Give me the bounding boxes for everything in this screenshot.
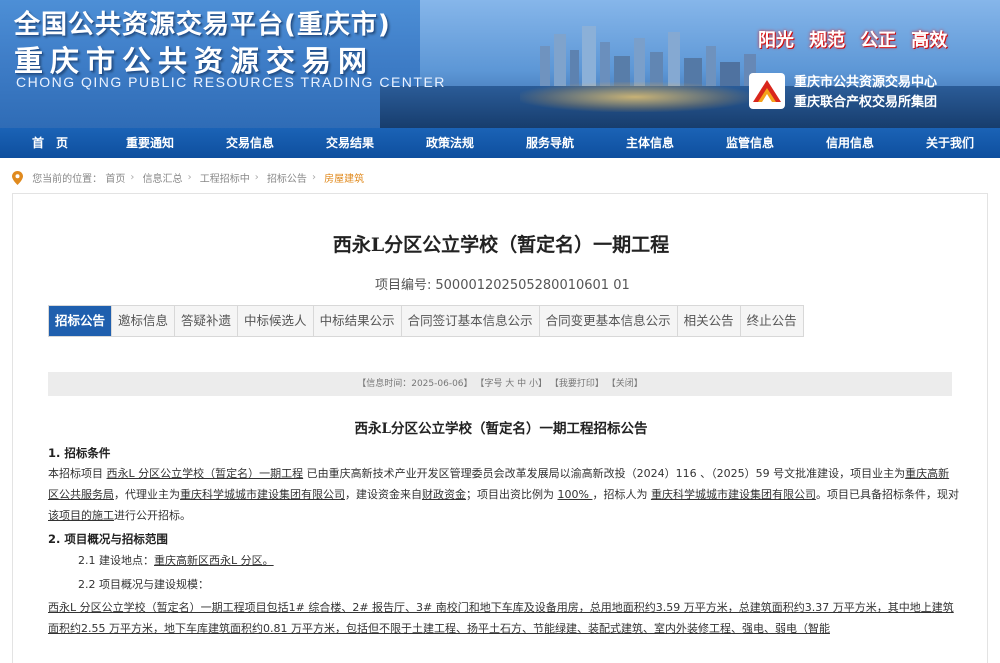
breadcrumb-link-announcement[interactable]: 招标公告 [267,174,307,185]
breadcrumb-separator: › [254,172,259,183]
slogan: 规范 [809,30,846,51]
breadcrumb-link-home[interactable]: 首页 [105,174,125,185]
main-nav: 首 页 重要通知 交易信息 交易结果 政策法规 服务导航 主体信息 监管信息 信… [0,128,1000,158]
tab-qa-addenda[interactable]: 答疑补遗 [175,306,239,336]
section-2-1: 2.1 建设地点：重庆高新区西永L 分区。 [48,549,960,573]
tab-termination-notice[interactable]: 终止公告 [740,306,803,336]
tenderer-field: 重庆科学城城市建设集团有限公司 [650,488,816,501]
nav-item-trade-info[interactable]: 交易信息 [200,128,300,158]
text-segment: 已由重庆高新技术产业开发区管理委员会改革发展局以渝高新改投（2024）116 、… [303,467,906,480]
breadcrumb-separator: › [130,172,135,183]
project-code-label: 项目编号: [375,278,432,293]
section-1-paragraph: 本招标项目 西永L 分区公立学校（暂定名）一期工程 已由重庆高新技术产业开发区管… [48,463,960,526]
announcement-tabs: 招标公告 邀标信息 答疑补遗 中标候选人 中标结果公示 合同签订基本信息公示 合… [48,305,804,337]
site-title-line1: 全国公共资源交易平台(重庆市) [14,10,391,40]
agent-field: 重庆科学城城市建设集团有限公司 [180,488,345,501]
nav-item-policies[interactable]: 政策法规 [400,128,500,158]
org-name-1: 重庆市公共资源交易中心 [794,75,938,90]
tab-bid-candidates[interactable]: 中标候选人 [238,306,314,336]
project-code-value: 500001202505280010601 01 [435,278,630,293]
close-link[interactable]: 【关闭】 [607,379,643,389]
text-segment: 进行公开招标。 [114,509,191,522]
breadcrumb: 您当前的位置： 首页 › 信息汇总 › 工程招标中 › 招标公告 › 房屋建筑 [12,170,364,188]
tab-contract-signing[interactable]: 合同签订基本信息公示 [401,306,540,336]
nav-item-services[interactable]: 服务导航 [500,128,600,158]
site-banner: 全国公共资源交易平台(重庆市) 重庆市公共资源交易网 CHONG QING PU… [0,0,1000,128]
slogan: 高效 [911,30,948,51]
print-link[interactable]: 【我要打印】 [550,379,604,389]
text-segment: 本招标项目 [48,467,107,480]
breadcrumb-link-engineering[interactable]: 工程招标中 [200,174,250,185]
nav-item-notices[interactable]: 重要通知 [100,128,200,158]
site-title-english: CHONG QING PUBLIC RESOURCES TRADING CENT… [16,74,446,90]
breadcrumb-current[interactable]: 房屋建筑 [324,174,364,185]
boat-lights-image [520,82,750,112]
tab-tender-announcement[interactable]: 招标公告 [49,306,113,336]
nav-item-supervision[interactable]: 监管信息 [700,128,800,158]
slogan: 公正 [860,30,897,51]
org-name-2: 重庆联合产权交易所集团 [794,95,938,110]
nav-item-credit[interactable]: 信用信息 [800,128,900,158]
tab-related-notices[interactable]: 相关公告 [677,306,741,336]
nav-item-trade-results[interactable]: 交易结果 [300,128,400,158]
tab-invitation-info[interactable]: 邀标信息 [112,306,176,336]
font-size-control[interactable]: 【字号 大 中 小】 [475,379,547,389]
project-name-field: 西永L 分区公立学校（暂定名）一期工程 [106,467,304,480]
project-code: 项目编号: 500001202505280010601 01 [375,274,630,293]
content-panel: 西永L分区公立学校（暂定名）一期工程 项目编号: 5000012025052800… [12,193,988,663]
text-segment: ，招标人为 [592,488,651,501]
section-heading: 2. 项目概况与招标范围 [48,532,168,546]
item-label: 2.1 建设地点： [78,554,154,567]
breadcrumb-separator: › [187,172,192,183]
nav-item-home[interactable]: 首 页 [0,128,100,158]
item-label: 2.2 项目概况与建设规模： [78,578,209,591]
info-bar: 【信息时间：2025-06-06】 【字号 大 中 小】 【我要打印】 【关闭】 [48,372,952,396]
text-segment: ，建设资金来自 [345,488,422,501]
org-logo-icon [749,73,785,109]
location-field: 重庆高新区西永L 分区。 [154,554,274,567]
slogans: 阳光 规范 公正 高效 [758,26,957,52]
breadcrumb-link-summary[interactable]: 信息汇总 [143,174,183,185]
text-segment: ；项目出资比例为 [466,488,558,501]
announcement-title: 西永L分区公立学校（暂定名）一期工程招标公告 [354,421,648,437]
tab-contract-change[interactable]: 合同变更基本信息公示 [539,306,678,336]
slogan: 阳光 [758,30,794,51]
nav-item-entities[interactable]: 主体信息 [600,128,700,158]
text-segment: 。项目已具备招标条件，现对 [815,488,959,501]
funding-ratio-field: 100% [557,488,593,501]
text-segment: ，代理业主为 [114,488,180,501]
location-pin-icon [12,170,23,185]
breadcrumb-separator: › [311,172,316,183]
scale-description: 西永L 分区公立学校（暂定名）一期工程项目包括1# 综合楼、2# 报告厅、3# … [48,601,954,635]
scope-field: 该项目的施工 [48,509,114,522]
info-time: 【信息时间：2025-06-06】 [357,379,473,389]
breadcrumb-prefix: 您当前的位置： [32,174,103,185]
announcement-body: 1. 招标条件 本招标项目 西永L 分区公立学校（暂定名）一期工程 已由重庆高新… [48,443,960,639]
nav-item-about[interactable]: 关于我们 [900,128,1000,158]
project-title: 西永L分区公立学校（暂定名）一期工程 [332,234,670,256]
tab-award-result[interactable]: 中标结果公示 [313,306,402,336]
fund-source-field: 财政资金 [422,488,466,501]
section-2-2: 2.2 项目概况与建设规模： [48,573,960,597]
section-heading: 1. 招标条件 [48,446,111,460]
